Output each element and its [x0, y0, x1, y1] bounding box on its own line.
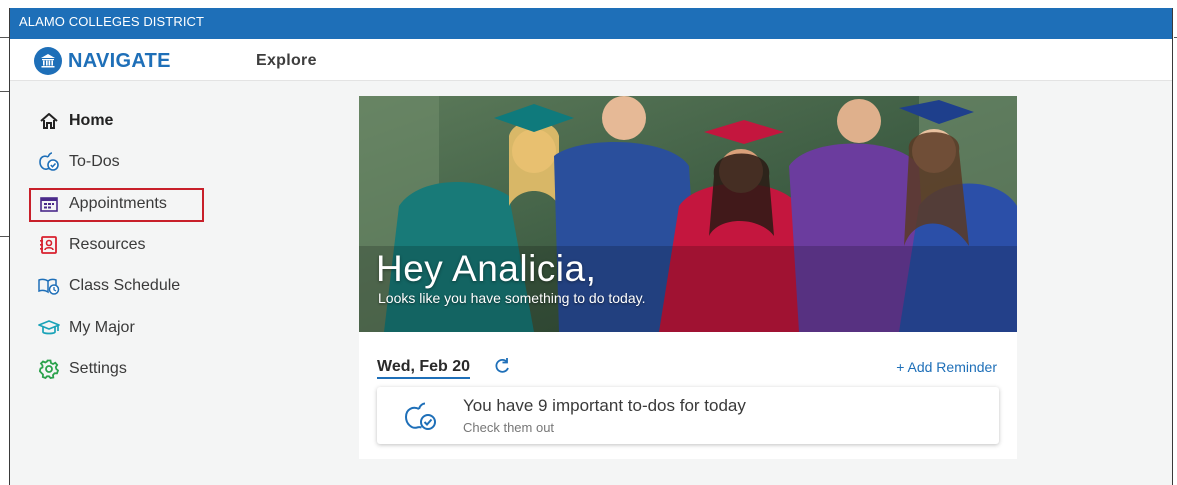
sidebar-item-label: Home — [69, 112, 114, 129]
current-date[interactable]: Wed, Feb 20 — [377, 358, 471, 379]
sidebar-item-class-schedule[interactable]: Class Schedule — [38, 275, 180, 297]
top-navbar: NAVIGATE Explore — [10, 39, 1172, 81]
sidebar-item-settings[interactable]: Settings — [38, 358, 127, 380]
app-window: ALAMO COLLEGES DISTRICT NAVIGATE Explore — [9, 8, 1173, 485]
sidebar-item-label: To-Dos — [69, 153, 120, 170]
home-icon — [38, 110, 60, 132]
check-them-out-link[interactable]: Check them out — [463, 420, 554, 435]
sidebar-item-todos[interactable]: To-Dos — [38, 151, 120, 173]
explore-link[interactable]: Explore — [256, 52, 317, 70]
todo-count-message: You have 9 important to-dos for today — [463, 396, 746, 415]
org-banner: ALAMO COLLEGES DISTRICT — [10, 8, 1172, 39]
hero-message: Looks like you have something to do toda… — [378, 290, 646, 306]
navigate-logo[interactable]: NAVIGATE — [34, 47, 171, 75]
sidebar-item-home[interactable]: Home — [38, 110, 113, 132]
sidebar-item-label: My Major — [69, 319, 135, 336]
appointments-highlight-box — [29, 188, 204, 222]
callout-line — [0, 91, 9, 92]
todo-summary-card[interactable]: You have 9 important to-dos for today Ch… — [377, 387, 999, 444]
gear-icon — [38, 358, 60, 380]
sidebar-item-label: Class Schedule — [69, 277, 181, 294]
apple-check-icon — [38, 151, 60, 173]
hero-banner: Hey Analicia, Looks like you have someth… — [359, 96, 1017, 332]
today-panel: Wed, Feb 20 + Add Reminder You have 9 im… — [359, 332, 1017, 459]
book-clock-icon — [38, 275, 60, 297]
apple-check-icon — [403, 402, 439, 432]
callout-line — [0, 37, 9, 38]
sidebar-item-resources[interactable]: Resources — [38, 234, 145, 256]
sidebar-item-label: Settings — [69, 360, 127, 377]
add-reminder-button[interactable]: + Add Reminder — [896, 359, 997, 375]
graduation-cap-icon — [38, 317, 60, 339]
contact-card-icon — [38, 234, 60, 256]
sidebar-item-my-major[interactable]: My Major — [38, 317, 135, 339]
hero-greeting: Hey Analicia, — [376, 248, 597, 289]
building-icon — [34, 47, 62, 75]
callout-line — [0, 236, 9, 237]
brand-name: NAVIGATE — [68, 49, 171, 72]
sidebar-item-label: Resources — [69, 236, 146, 253]
refresh-icon[interactable] — [493, 357, 511, 375]
